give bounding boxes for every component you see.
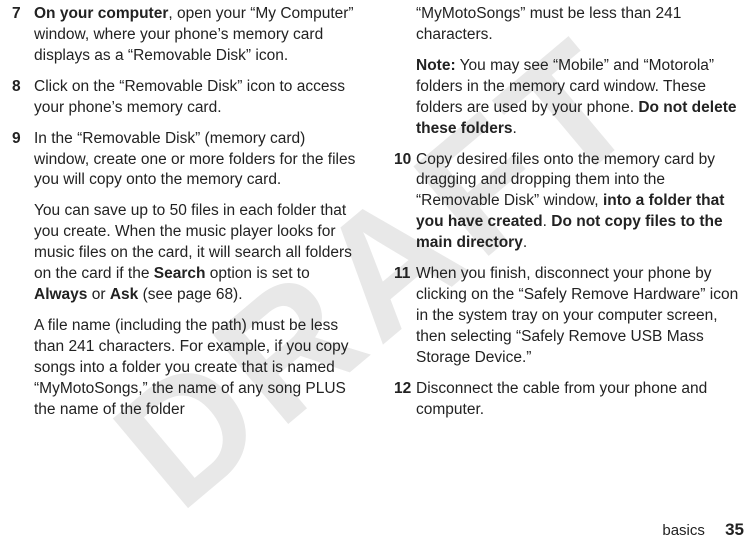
always-label: Always <box>34 286 87 303</box>
step-9-p3: A file name (including the path) must be… <box>34 316 362 421</box>
page-number: 35 <box>725 520 744 539</box>
text: . <box>543 213 552 230</box>
left-column: 7 On your computer, open your “My Comput… <box>12 4 362 431</box>
ask-label: Ask <box>110 286 138 303</box>
note-label: Note: <box>416 57 456 74</box>
text: option is set to <box>205 265 309 282</box>
step-body: In the “Removable Disk” (memory card) wi… <box>34 129 362 421</box>
step-11-text: When you finish, disconnect your phone b… <box>416 264 744 369</box>
page-content: 7 On your computer, open your “My Comput… <box>0 0 756 431</box>
step-body: On your computer, open your “My Computer… <box>34 4 362 67</box>
step-11: 11 When you finish, disconnect your phon… <box>394 264 744 369</box>
step-12-text: Disconnect the cable from your phone and… <box>416 379 744 421</box>
step-8: 8 Click on the “Removable Disk” icon to … <box>12 77 362 119</box>
cont-p2: Note: You may see “Mobile” and “Motorola… <box>416 56 744 140</box>
step-9-p2: You can save up to 50 files in each fold… <box>34 201 362 306</box>
section-label: basics <box>662 522 705 539</box>
step-9-p1: In the “Removable Disk” (memory card) wi… <box>34 129 362 192</box>
step-7: 7 On your computer, open your “My Comput… <box>12 4 362 67</box>
search-label: Search <box>154 265 206 282</box>
step-number: 11 <box>394 264 416 369</box>
text: . <box>523 234 527 251</box>
step-number: 12 <box>394 379 416 421</box>
right-column: “MyMotoSongs” must be less than 241 char… <box>394 4 744 431</box>
text: (see page 68). <box>138 286 242 303</box>
cont-p1: “MyMotoSongs” must be less than 241 char… <box>416 4 744 46</box>
step-number: 7 <box>12 4 34 67</box>
step-8-text: Click on the “Removable Disk” icon to ac… <box>34 77 362 119</box>
step-10-text: Copy desired files onto the memory card … <box>416 150 744 255</box>
step-number: 9 <box>12 129 34 421</box>
step-body: Disconnect the cable from your phone and… <box>416 379 744 421</box>
step-number-blank <box>394 4 416 140</box>
page-footer: basics 35 <box>662 520 744 540</box>
text: or <box>87 286 109 303</box>
step-body: “MyMotoSongs” must be less than 241 char… <box>416 4 744 140</box>
step-body: When you finish, disconnect your phone b… <box>416 264 744 369</box>
text: . <box>512 120 516 137</box>
lead-bold: On your computer <box>34 5 168 22</box>
step-10: 10 Copy desired files onto the memory ca… <box>394 150 744 255</box>
step-12: 12 Disconnect the cable from your phone … <box>394 379 744 421</box>
step-9-continued: “MyMotoSongs” must be less than 241 char… <box>394 4 744 140</box>
step-number: 8 <box>12 77 34 119</box>
step-body: Copy desired files onto the memory card … <box>416 150 744 255</box>
step-body: Click on the “Removable Disk” icon to ac… <box>34 77 362 119</box>
step-9: 9 In the “Removable Disk” (memory card) … <box>12 129 362 421</box>
step-number: 10 <box>394 150 416 255</box>
